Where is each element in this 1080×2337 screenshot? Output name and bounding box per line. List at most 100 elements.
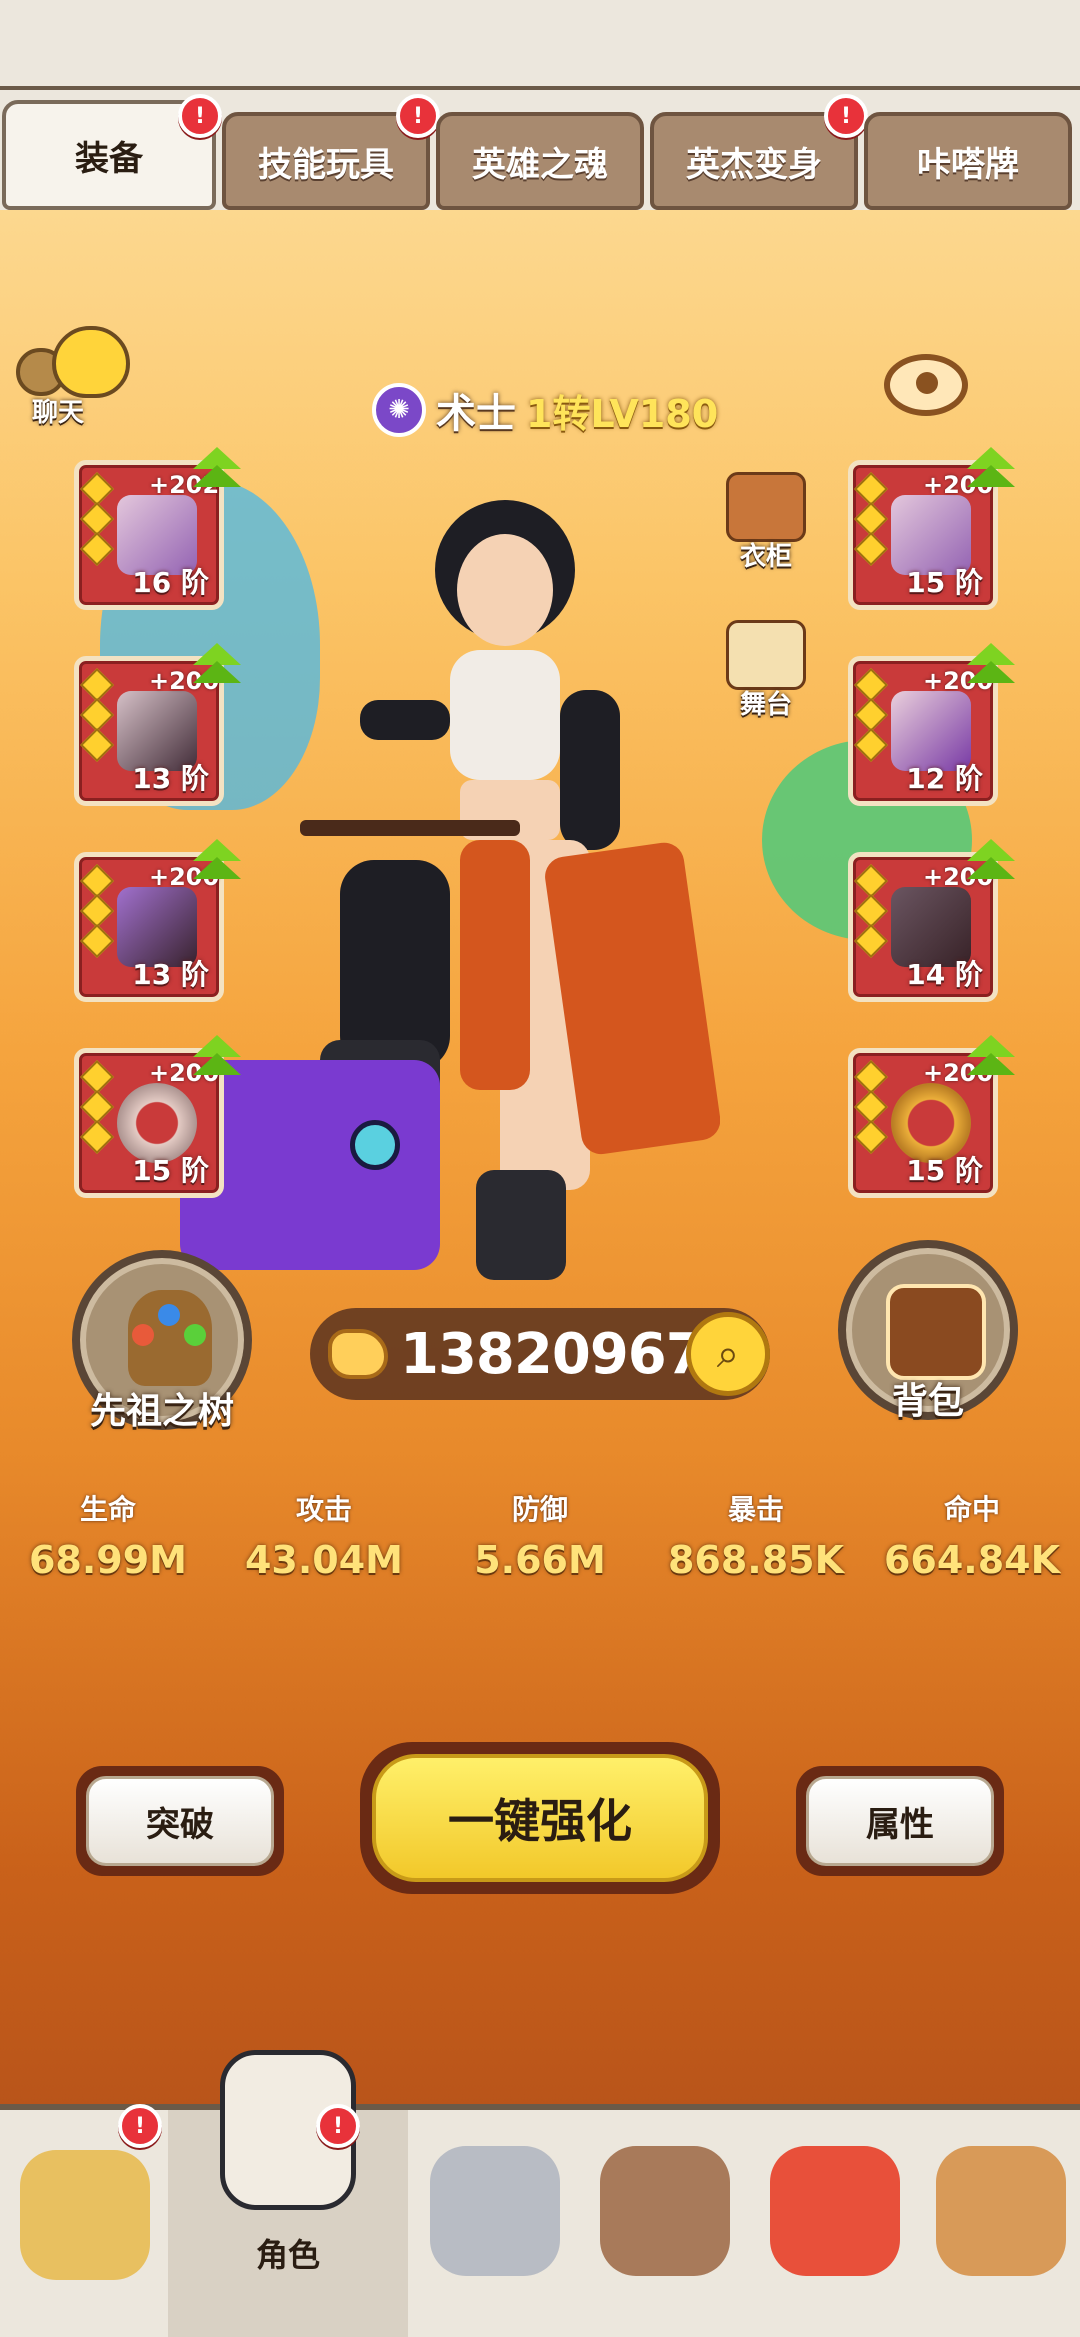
upgrade-arrow-icon xyxy=(967,447,1015,495)
stat-label: 防御 xyxy=(511,1493,568,1526)
stat-label: 命中 xyxy=(943,1493,1000,1526)
stat-attack: 攻击 43.04M xyxy=(224,1488,424,1598)
tab-label: 装备 xyxy=(75,138,143,179)
star-rank-icon xyxy=(80,472,114,567)
red-dino-icon xyxy=(770,2146,900,2276)
elder-icon xyxy=(600,2146,730,2276)
wardrobe-label: 衣柜 xyxy=(739,542,792,572)
slot-tier: 14 阶 xyxy=(906,958,983,991)
nav-tab-totem[interactable] xyxy=(920,2110,1080,2337)
star-rank-icon xyxy=(80,1060,114,1155)
star-rank-icon xyxy=(854,864,888,959)
chat-button[interactable]: 聊天 xyxy=(12,326,130,428)
attributes-button[interactable]: 属性 xyxy=(806,1776,994,1866)
pet-eye-icon xyxy=(350,1120,400,1170)
top-status-strip xyxy=(0,0,1080,90)
hero-level: 1转LV180 xyxy=(526,391,719,436)
equip-slot-boots[interactable]: +200 14 阶 xyxy=(848,839,1015,1002)
sword-shield-icon xyxy=(430,2146,560,2276)
equip-slot-armor[interactable]: +200 12 阶 xyxy=(848,643,1015,806)
stat-value: 43.04M xyxy=(244,1538,403,1582)
search-icon[interactable]: ⌕ xyxy=(686,1312,770,1396)
equip-slot-offhand[interactable]: +200 15 阶 xyxy=(848,447,1015,610)
notification-bell-icon: ! xyxy=(178,94,222,138)
chat-label: 聊天 xyxy=(32,398,85,428)
stat-defense: 防御 5.66M xyxy=(440,1488,640,1598)
visibility-eye-icon[interactable] xyxy=(884,354,968,416)
nav-tab-pets[interactable] xyxy=(752,2110,912,2337)
upgrade-arrow-icon xyxy=(193,1035,241,1083)
enhance-all-button-frame: 一键强化 xyxy=(360,1742,720,1894)
upgrade-arrow-icon xyxy=(967,1035,1015,1083)
nav-tab-equipment[interactable] xyxy=(416,2110,576,2337)
equip-slot-gloves[interactable]: +200 13 阶 xyxy=(74,839,241,1002)
breakthrough-button[interactable]: 突破 xyxy=(86,1776,274,1866)
notification-bell-icon: ! xyxy=(316,2104,360,2148)
ancestor-tree-label: 先祖之树 xyxy=(89,1391,234,1432)
slot-tier: 15 阶 xyxy=(906,566,983,599)
star-rank-icon xyxy=(80,864,114,959)
stat-hp: 生命 68.99M xyxy=(8,1488,208,1598)
notification-bell-icon: ! xyxy=(824,94,868,138)
equip-slot-weapon[interactable]: +202 16 阶 xyxy=(74,447,241,610)
star-rank-icon xyxy=(80,668,114,763)
star-rank-icon xyxy=(854,472,888,567)
slot-tier: 15 阶 xyxy=(132,1154,209,1187)
tab-click-cards[interactable]: 咔嗒牌 xyxy=(864,112,1072,210)
power-fist-icon xyxy=(328,1329,388,1379)
stat-value: 664.84K xyxy=(883,1538,1061,1582)
tiki-icon xyxy=(936,2146,1066,2276)
equip-slot-ring[interactable]: +200 15 阶 xyxy=(74,1035,241,1198)
slot-tier: 15 阶 xyxy=(906,1154,983,1187)
nav-tab-character[interactable]: ! 角色 xyxy=(168,2050,408,2337)
hero-class-name: 术士 xyxy=(436,391,516,437)
slot-tier: 12 阶 xyxy=(906,762,983,795)
notification-bell-icon: ! xyxy=(396,94,440,138)
stat-label: 生命 xyxy=(79,1493,136,1526)
wardrobe-icon xyxy=(726,472,806,542)
upgrade-arrow-icon xyxy=(193,447,241,495)
star-rank-icon xyxy=(854,668,888,763)
slot-tier: 16 阶 xyxy=(132,566,209,599)
upgrade-arrow-icon xyxy=(193,643,241,691)
tab-hero-soul[interactable]: 英雄之魂 xyxy=(436,112,644,210)
tree-icon xyxy=(128,1290,212,1386)
stat-accuracy: 命中 664.84K xyxy=(872,1488,1072,1598)
bottom-navigation: ! ! 角色 xyxy=(0,2050,1080,2337)
straw-hero-icon xyxy=(20,2150,150,2280)
stat-value: 5.66M xyxy=(474,1538,606,1582)
tab-label: 英杰变身 xyxy=(686,144,822,185)
equip-slot-helmet[interactable]: +200 13 阶 xyxy=(74,643,241,806)
backpack-label: 背包 xyxy=(891,1381,964,1422)
equip-slot-necklace[interactable]: +200 15 阶 xyxy=(848,1035,1015,1198)
tab-label: 英雄之魂 xyxy=(472,144,608,185)
backpack-button[interactable]: 背包 xyxy=(838,1240,1018,1422)
stage-label: 舞台 xyxy=(739,690,792,720)
upgrade-arrow-icon xyxy=(193,839,241,887)
stat-crit: 暴击 868.85K xyxy=(656,1488,856,1598)
nav-tab-elder[interactable] xyxy=(584,2110,744,2337)
nav-tab-hero[interactable]: ! xyxy=(0,2104,168,2337)
stat-value: 68.99M xyxy=(28,1538,187,1582)
stat-label: 暴击 xyxy=(727,1493,784,1526)
notification-bell-icon: ! xyxy=(118,2104,162,2148)
stage-button[interactable]: 舞台 xyxy=(716,620,816,730)
combat-power-bar: 138209672 ⌕ xyxy=(310,1308,770,1400)
wardrobe-button[interactable]: 衣柜 xyxy=(716,472,816,582)
slot-tier: 13 阶 xyxy=(132,762,209,795)
tab-label: 咔嗒牌 xyxy=(917,144,1019,185)
stat-value: 868.85K xyxy=(667,1538,845,1582)
slot-tier: 13 阶 xyxy=(132,958,209,991)
star-rank-icon xyxy=(854,1060,888,1155)
chat-smiley-icon xyxy=(52,326,130,398)
warlock-class-icon: ✺ xyxy=(372,383,426,437)
stats-row: 生命 68.99M 攻击 43.04M 防御 5.66M 暴击 868.85K … xyxy=(0,1488,1080,1598)
stage-icon xyxy=(726,620,806,690)
hero-class-row: ✺ 术士 1转LV180 xyxy=(372,380,718,440)
upgrade-arrow-icon xyxy=(967,643,1015,691)
nav-label: 角色 xyxy=(255,2236,320,2274)
stat-label: 攻击 xyxy=(295,1493,352,1526)
ancestor-tree-button[interactable]: 先祖之树 xyxy=(72,1250,252,1432)
enhance-all-button[interactable]: 一键强化 xyxy=(372,1754,708,1882)
tab-label: 技能玩具 xyxy=(258,144,394,185)
